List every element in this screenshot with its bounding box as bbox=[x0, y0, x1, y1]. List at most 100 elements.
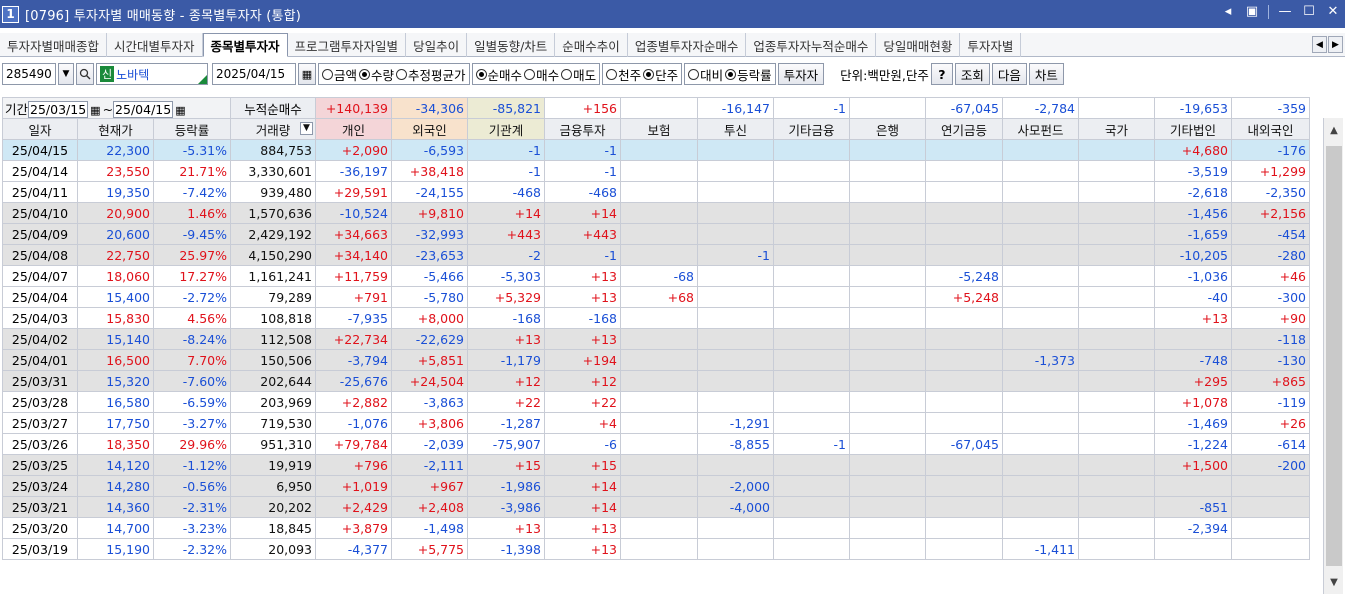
table-row[interactable]: 25/04/02 15,140 -8.24% 112,508 +22,734 -22,62… bbox=[2, 328, 1310, 350]
table-cell: 22,750 bbox=[77, 244, 154, 266]
tab-10[interactable]: 투자자별 bbox=[960, 33, 1022, 57]
calendar-icon[interactable]: ▦ bbox=[90, 104, 100, 117]
minimize-icon[interactable]: — bbox=[1277, 4, 1293, 19]
tab-scroll-right-icon[interactable]: ▶ bbox=[1328, 36, 1343, 53]
tab-0[interactable]: 투자자별매매종합 bbox=[0, 33, 108, 57]
tab-2[interactable]: 종목별투자자 bbox=[202, 33, 288, 57]
table-cell: +2,882 bbox=[315, 391, 392, 413]
column-header[interactable]: 사모펀드 bbox=[1002, 118, 1079, 140]
table-row[interactable]: 25/03/25 14,120 -1.12% 19,919 +796 -2,111 +15 +… bbox=[2, 454, 1310, 476]
column-header[interactable]: 보험 bbox=[620, 118, 698, 140]
radio-icon[interactable] bbox=[322, 68, 333, 80]
tab-3[interactable]: 프로그램투자자일별 bbox=[288, 33, 407, 57]
radio3-option-1[interactable]: 단주 bbox=[643, 65, 678, 84]
radio4-option-0[interactable]: 대비 bbox=[688, 65, 723, 84]
restore-window-icon[interactable]: ▣ bbox=[1244, 4, 1260, 19]
table-row[interactable]: 25/04/10 20,900 1.46% 1,570,636 -10,524 +9,81… bbox=[2, 202, 1310, 224]
radio4-option-1[interactable]: 등락률 bbox=[725, 65, 772, 84]
table-row[interactable]: 25/04/04 15,400 -2.72% 79,289 +791 -5,780 +5,3… bbox=[2, 286, 1310, 308]
column-header[interactable]: 등락률 bbox=[153, 118, 231, 140]
investor-button[interactable]: 투자자 bbox=[777, 63, 825, 85]
radio-icon[interactable] bbox=[359, 68, 371, 80]
scroll-thumb[interactable] bbox=[1326, 146, 1342, 566]
column-header[interactable]: 기타법인 bbox=[1154, 118, 1232, 140]
table-row[interactable]: 25/04/07 18,060 17.27% 1,161,241 +11,759 -5,4… bbox=[2, 265, 1310, 287]
table-row[interactable]: 25/03/20 14,700 -3.23% 18,845 +3,879 -1,498 +1… bbox=[2, 517, 1310, 539]
radio2-option-2[interactable]: 매도 bbox=[561, 65, 596, 84]
table-row[interactable]: 25/04/01 16,500 7.70% 150,506 -3,794 +5,851 -1… bbox=[2, 349, 1310, 371]
radio-icon[interactable] bbox=[561, 68, 573, 80]
column-header[interactable]: 국가 bbox=[1078, 118, 1155, 140]
column-header[interactable]: 외국인 bbox=[391, 118, 468, 140]
date-input[interactable]: 2025/04/15 bbox=[212, 63, 296, 85]
code-dropdown-icon[interactable]: ▼ bbox=[58, 63, 74, 85]
radio1-option-0[interactable]: 금액 bbox=[322, 65, 357, 84]
tab-7[interactable]: 업종별투자자순매수 bbox=[628, 33, 747, 57]
column-header[interactable]: 기타금융 bbox=[773, 118, 850, 140]
table-row[interactable]: 25/03/31 15,320 -7.60% 202,644 -25,676 +24,50… bbox=[2, 370, 1310, 392]
column-header[interactable]: 현재가 bbox=[77, 118, 154, 140]
tab-1[interactable]: 시간대별투자자 bbox=[107, 33, 203, 57]
tab-8[interactable]: 업종투자자누적순매수 bbox=[746, 33, 877, 57]
table-row[interactable]: 25/04/03 15,830 4.56% 108,818 -7,935 +8,000 -1… bbox=[2, 307, 1310, 329]
table-row[interactable]: 25/03/26 18,350 29.96% 951,310 +79,784 -2,039… bbox=[2, 433, 1310, 455]
table-row[interactable]: 25/03/27 17,750 -3.27% 719,530 -1,076 +3,806-… bbox=[2, 412, 1310, 434]
period-selector[interactable]: 기간 25/03/15 ▦ ~25/04/15 ▦ bbox=[2, 97, 231, 119]
table-row[interactable]: 25/03/19 15,190 -2.32% 20,093 -4,377 +5,775 -1… bbox=[2, 538, 1310, 560]
table-row[interactable]: 25/04/14 23,550 21.71% 3,330,601 -36,197 +38,… bbox=[2, 160, 1310, 182]
column-header[interactable]: 거래량 ▼ bbox=[230, 118, 316, 140]
radio-icon[interactable] bbox=[725, 68, 737, 80]
radio2-option-0[interactable]: 순매수 bbox=[475, 65, 522, 84]
radio3-option-0[interactable]: 천주 bbox=[606, 65, 641, 84]
table-row[interactable]: 25/03/21 14,360 -2.31% 20,202 +2,429 +2,408 -3… bbox=[2, 496, 1310, 518]
table-row[interactable]: 25/04/11 19,350 -7.42% 939,480 +29,591 -24,15… bbox=[2, 181, 1310, 203]
column-header[interactable]: 일자 bbox=[2, 118, 78, 140]
close-icon[interactable]: ✕ bbox=[1325, 4, 1341, 19]
volume-dropdown-icon[interactable]: ▼ bbox=[300, 122, 313, 135]
table-cell bbox=[1154, 328, 1232, 350]
column-header[interactable]: 금융투자 bbox=[544, 118, 621, 140]
period-from-input[interactable]: 25/03/15 bbox=[28, 100, 89, 118]
radio-icon[interactable] bbox=[524, 68, 536, 80]
search-icon[interactable] bbox=[76, 63, 94, 85]
table-row[interactable]: 25/04/15 22,300 -5.31% 884,753 +2,090 -6,593-… bbox=[2, 139, 1310, 161]
query-button[interactable]: 조회 bbox=[954, 63, 990, 85]
scroll-down-icon[interactable]: ▼ bbox=[1324, 572, 1344, 592]
radio-icon[interactable] bbox=[643, 68, 655, 80]
stock-code-input[interactable]: 285490 bbox=[2, 63, 56, 85]
tab-5[interactable]: 일별동향/차트 bbox=[467, 33, 556, 57]
column-header[interactable]: 개인 bbox=[315, 118, 392, 140]
table-row[interactable]: 25/03/24 14,280 -0.56% 6,950 +1,019 +967 -1,98… bbox=[2, 475, 1310, 497]
chart-button[interactable]: 차트 bbox=[1028, 63, 1064, 85]
tab-9[interactable]: 당일매매현황 bbox=[876, 33, 961, 57]
radio-icon[interactable] bbox=[396, 68, 408, 80]
radio1-option-2[interactable]: 추정평균가 bbox=[396, 65, 466, 84]
tab-6[interactable]: 순매수추이 bbox=[555, 33, 628, 57]
radio-icon[interactable] bbox=[606, 68, 618, 80]
radio2-option-1[interactable]: 매수 bbox=[524, 65, 559, 84]
maximize-icon[interactable]: ☐ bbox=[1301, 4, 1317, 19]
column-header[interactable]: 내외국인 bbox=[1231, 118, 1310, 140]
calendar-icon[interactable]: ▦ bbox=[298, 63, 316, 85]
scroll-up-icon[interactable]: ▲ bbox=[1324, 120, 1344, 140]
tab-scroll-left-icon[interactable]: ◀ bbox=[1312, 36, 1327, 53]
calendar-icon[interactable]: ▦ bbox=[175, 104, 185, 117]
column-header[interactable]: 기관계 bbox=[467, 118, 545, 140]
prev-window-icon[interactable]: ◂ bbox=[1220, 4, 1236, 19]
help-button[interactable]: ? bbox=[930, 63, 953, 85]
radio1-option-1[interactable]: 수량 bbox=[359, 65, 394, 84]
column-header[interactable]: 연기금등 bbox=[925, 118, 1003, 140]
tab-4[interactable]: 당일추이 bbox=[406, 33, 468, 57]
radio-icon[interactable] bbox=[475, 68, 487, 80]
table-row[interactable]: 25/04/09 20,600 -9.45% 2,429,192 +34,663 -32,… bbox=[2, 223, 1310, 245]
column-header[interactable]: 은행 bbox=[849, 118, 926, 140]
column-header[interactable]: 투신 bbox=[697, 118, 774, 140]
window-number-badge[interactable]: 1 bbox=[2, 5, 19, 23]
period-to-input[interactable]: 25/04/15 bbox=[113, 100, 174, 118]
radio-icon[interactable] bbox=[688, 68, 700, 80]
table-row[interactable]: 25/03/28 16,580 -6.59% 203,969 +2,882 -3,863 +… bbox=[2, 391, 1310, 413]
table-row[interactable]: 25/04/08 22,750 25.97% 4,150,290 +34,140 -23,… bbox=[2, 244, 1310, 266]
next-button[interactable]: 다음 bbox=[991, 63, 1027, 85]
stock-name-field[interactable]: 신 노바텍 bbox=[96, 63, 208, 85]
vertical-scrollbar[interactable]: ▲ ▼ bbox=[1323, 118, 1343, 594]
